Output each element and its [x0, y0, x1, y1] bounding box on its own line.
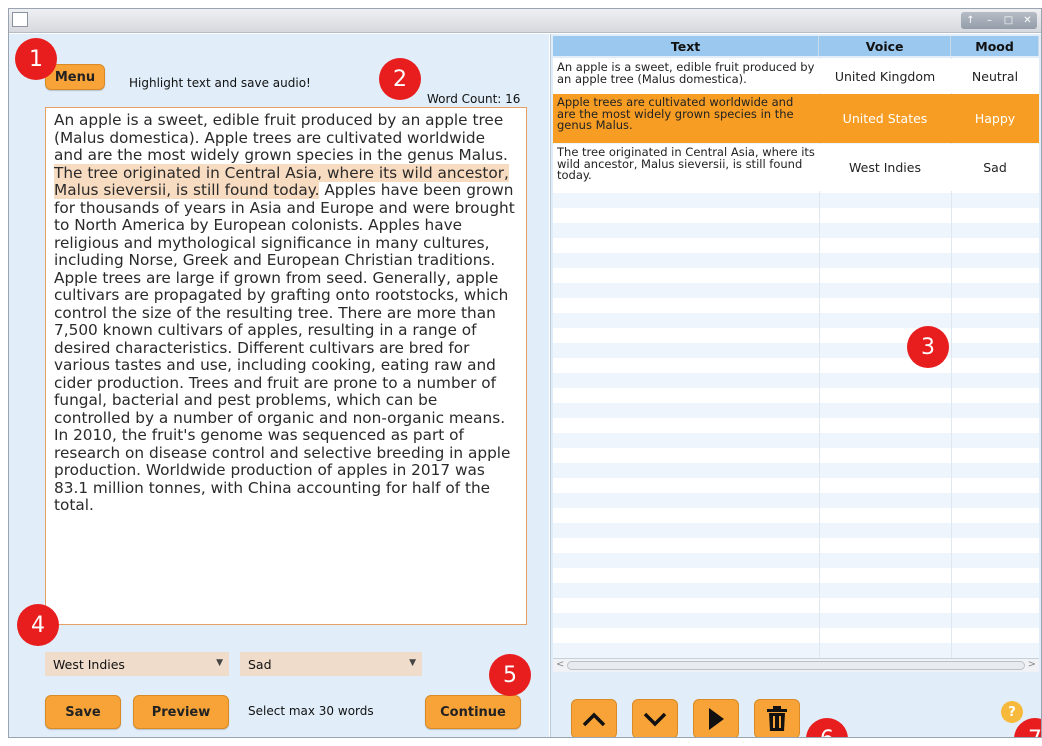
chevron-up-icon	[582, 712, 606, 727]
word-count: Word Count: 16	[427, 92, 521, 106]
column-header-text[interactable]: Text	[553, 36, 820, 56]
table-header: Text Voice Mood	[553, 36, 1039, 56]
column-header-mood[interactable]: Mood	[950, 36, 1039, 56]
segments-panel: Text Voice Mood An apple is a sweet, edi…	[550, 34, 1041, 737]
window-controls: ↑ – □ ✕	[961, 12, 1037, 29]
move-up-button[interactable]	[571, 699, 617, 737]
segments-table: Text Voice Mood	[553, 36, 1039, 56]
scroll-left-icon[interactable]: <	[556, 659, 564, 670]
table-row[interactable]: The tree originated in Central Asia, whe…	[553, 144, 1039, 191]
editor-text-rest: Apples have been grown for thousands of …	[54, 181, 515, 514]
continue-button[interactable]: Continue	[425, 695, 521, 729]
editor-text: An apple is a sweet, edible fruit produc…	[54, 111, 508, 164]
table-row-selected[interactable]: Apple trees are cultivated worldwide and…	[553, 94, 1039, 143]
annotation-badge-6: 6	[806, 718, 848, 737]
row-mood: Happy	[974, 111, 1016, 126]
instruction-text: Highlight text and save audio!	[129, 76, 311, 90]
row-voice: United States	[842, 111, 928, 126]
annotation-badge-2: 2	[379, 58, 421, 100]
annotation-badge-5: 5	[489, 654, 531, 696]
maximize-icon[interactable]: □	[1001, 15, 1017, 26]
title-bar: ↑ – □ ✕	[9, 9, 1041, 33]
column-header-voice[interactable]: Voice	[818, 36, 952, 56]
app-window: ↑ – □ ✕ Menu Highlight text and save aud…	[8, 8, 1042, 738]
row-text: An apple is a sweet, edible fruit produc…	[557, 60, 815, 86]
mood-select[interactable]: Sad ▼	[240, 652, 422, 676]
editor-panel: Menu Highlight text and save audio! Word…	[9, 34, 549, 737]
play-icon	[709, 708, 724, 730]
chevron-down-icon	[643, 712, 667, 727]
voice-select-value: West Indies	[53, 656, 125, 672]
play-button[interactable]	[693, 699, 739, 737]
scroll-right-icon[interactable]: >	[1028, 659, 1036, 670]
minimize-icon[interactable]: –	[982, 15, 998, 26]
row-text: Apple trees are cultivated worldwide and…	[557, 95, 794, 132]
word-limit-hint: Select max 30 words	[248, 704, 374, 718]
preview-button[interactable]: Preview	[133, 695, 229, 729]
chevron-down-icon: ▼	[409, 658, 416, 668]
table-row[interactable]: An apple is a sweet, edible fruit produc…	[553, 59, 1039, 93]
app-icon	[12, 12, 28, 27]
annotation-badge-1: 1	[15, 38, 57, 80]
move-down-button[interactable]	[632, 699, 678, 737]
trash-icon	[767, 706, 787, 731]
row-voice: United Kingdom	[834, 68, 936, 84]
help-icon[interactable]: ?	[1001, 701, 1023, 723]
scrollbar-thumb[interactable]	[567, 661, 1025, 670]
pin-icon[interactable]: ↑	[963, 15, 979, 26]
row-mood: Sad	[983, 160, 1007, 175]
text-editor[interactable]: An apple is a sweet, edible fruit produc…	[45, 107, 527, 625]
row-text: The tree originated in Central Asia, whe…	[557, 145, 815, 182]
row-mood: Neutral	[971, 68, 1019, 84]
mood-select-value: Sad	[248, 656, 272, 672]
annotation-badge-4: 4	[17, 604, 59, 646]
save-button[interactable]: Save	[45, 695, 121, 729]
close-icon[interactable]: ✕	[1020, 15, 1036, 26]
delete-button[interactable]	[754, 699, 800, 737]
chevron-down-icon: ▼	[216, 658, 223, 668]
horizontal-scrollbar[interactable]: < >	[553, 658, 1039, 672]
row-voice: West Indies	[849, 160, 921, 175]
voice-select[interactable]: West Indies ▼	[45, 652, 229, 676]
annotation-badge-3: 3	[907, 326, 949, 368]
